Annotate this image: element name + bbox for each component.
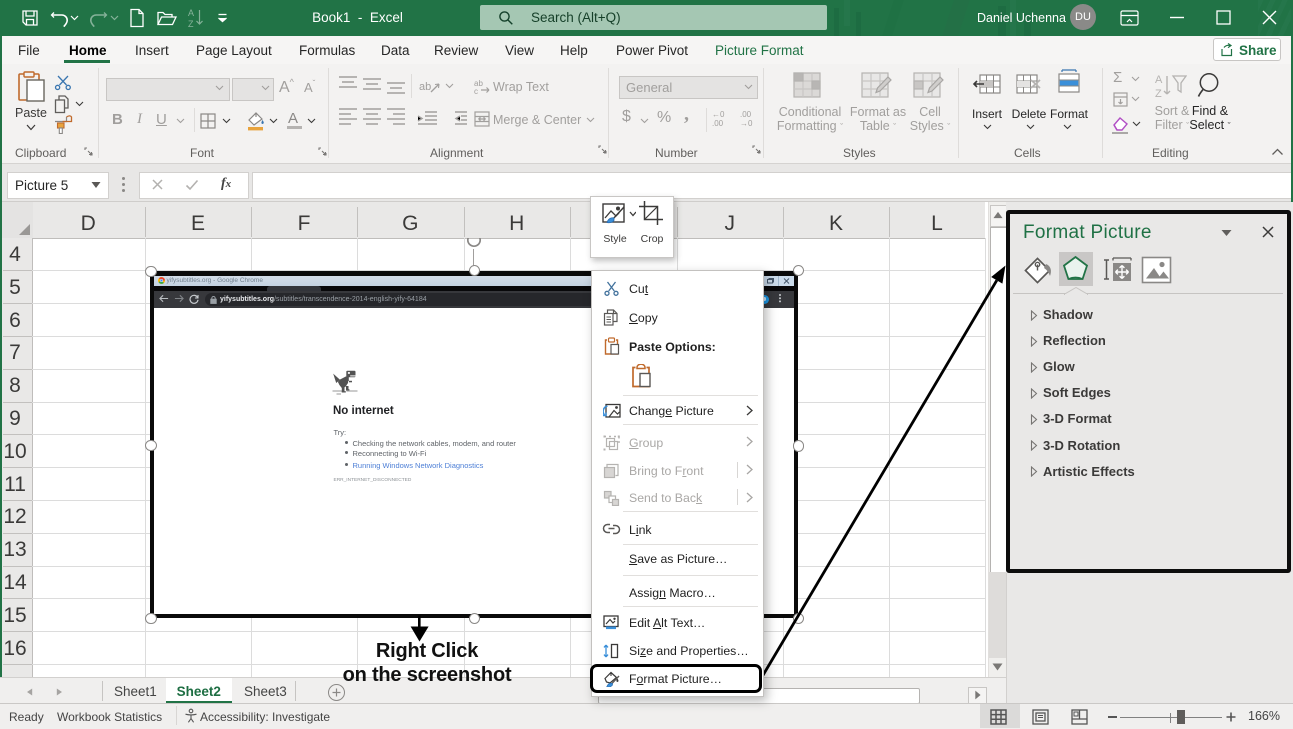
svg-text:c: c (474, 87, 478, 95)
svg-text:ab: ab (419, 81, 431, 93)
svg-text:A: A (188, 8, 194, 18)
svg-text:Z: Z (1155, 88, 1162, 100)
svg-text:A: A (1155, 74, 1163, 86)
svg-text:Z: Z (188, 19, 194, 28)
